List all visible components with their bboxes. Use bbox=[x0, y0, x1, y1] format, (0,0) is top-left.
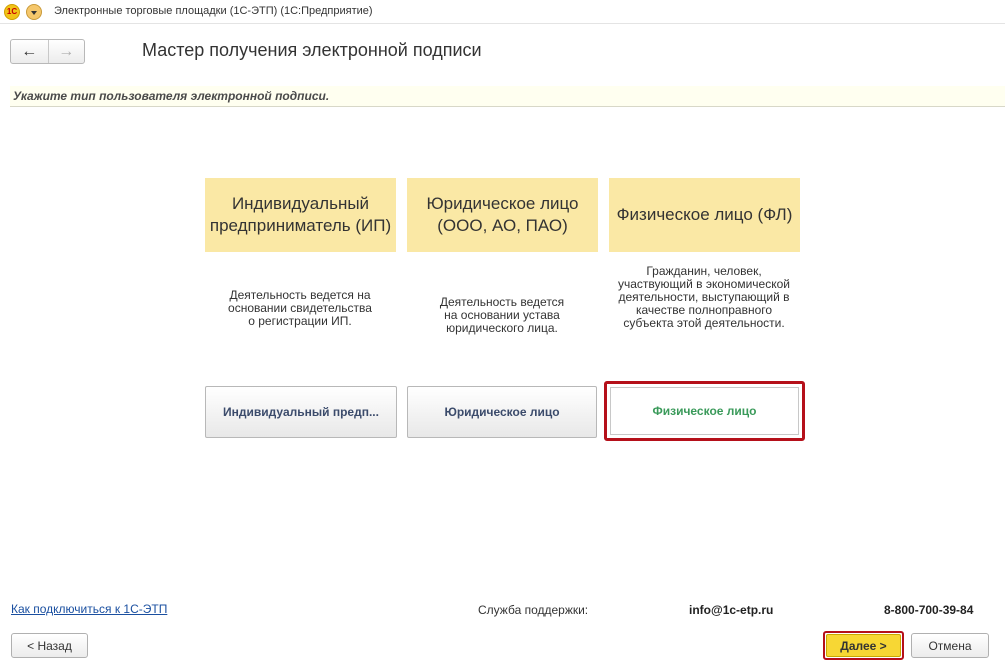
card-description-legal-entity: Деятельность ведется на основании устава… bbox=[439, 295, 565, 335]
back-button[interactable]: < Назад bbox=[11, 633, 88, 658]
next-button[interactable]: Далее > bbox=[826, 634, 901, 657]
choice-button-legal-entity[interactable]: Юридическое лицо bbox=[407, 386, 597, 438]
card-description-individual: Гражданин, человек, участвующий в эконом… bbox=[618, 264, 790, 330]
cancel-button[interactable]: Отмена bbox=[911, 633, 989, 658]
choice-selection-highlight: Физическое лицо bbox=[604, 381, 805, 441]
navigation-buttons: ← → bbox=[10, 39, 85, 64]
instruction-text: Укажите тип пользователя электронной под… bbox=[13, 89, 330, 103]
back-arrow-icon[interactable]: ← bbox=[11, 40, 48, 63]
choice-button-ip[interactable]: Индивидуальный предп... bbox=[205, 386, 397, 438]
window-title: Электронные торговые площадки (1С-ЭТП) (… bbox=[54, 5, 373, 17]
help-link[interactable]: Как подключиться к 1С-ЭТП bbox=[11, 602, 167, 616]
next-button-highlight: Далее > bbox=[823, 631, 904, 660]
title-bar: 1С Электронные торговые площадки (1С-ЭТП… bbox=[0, 0, 1005, 24]
app-logo-icon: 1С bbox=[4, 4, 20, 20]
main-menu-icon[interactable] bbox=[26, 4, 42, 20]
instruction-bar: Укажите тип пользователя электронной под… bbox=[10, 86, 1005, 107]
support-email: info@1c-etp.ru bbox=[689, 603, 774, 617]
choice-button-individual[interactable]: Физическое лицо bbox=[610, 387, 799, 435]
card-description-ip: Деятельность ведется на основании свидет… bbox=[228, 288, 372, 328]
card-header-ip: Индивидуальный предприниматель (ИП) bbox=[205, 178, 396, 252]
forward-arrow-icon[interactable]: → bbox=[47, 40, 85, 63]
card-header-legal-entity: Юридическое лицо (ООО, АО, ПАО) bbox=[407, 178, 598, 252]
support-label: Служба поддержки: bbox=[478, 603, 589, 617]
page-title: Мастер получения электронной подписи bbox=[142, 40, 482, 60]
support-phone: 8-800-700-39-84 bbox=[884, 603, 974, 617]
card-header-individual: Физическое лицо (ФЛ) bbox=[609, 178, 800, 252]
